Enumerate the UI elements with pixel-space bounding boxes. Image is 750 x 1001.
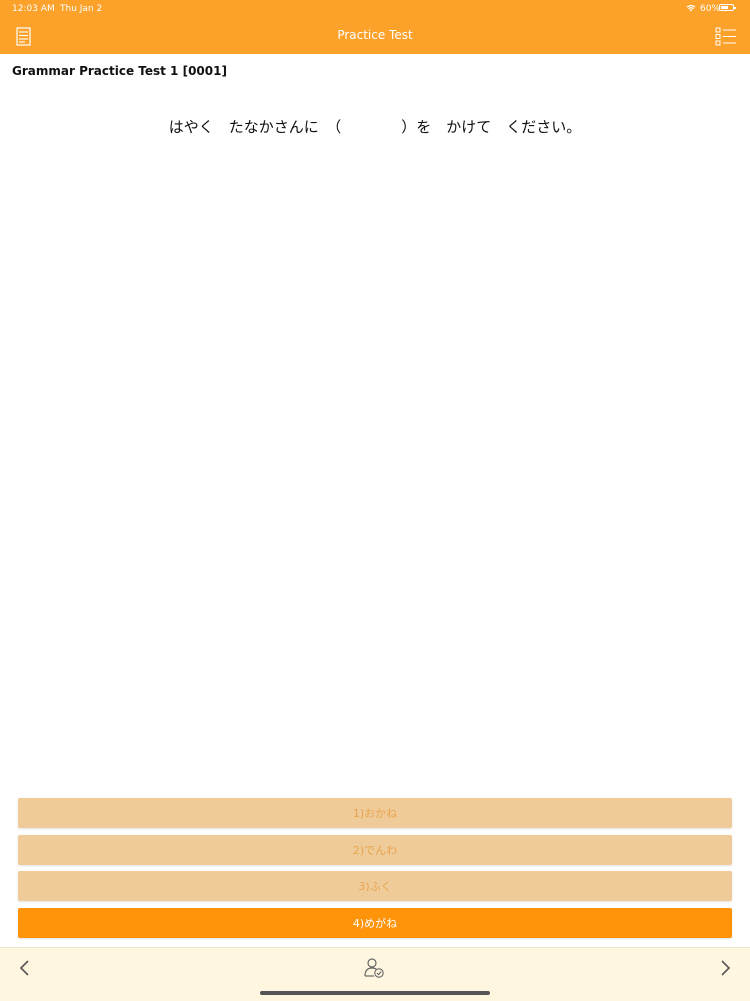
answer-option-2[interactable]: 2)でんわ [18, 834, 732, 865]
home-indicator [260, 991, 490, 995]
chevron-right-icon[interactable] [718, 959, 732, 977]
answer-option-4[interactable]: 4)めがね [18, 908, 732, 939]
status-date: Thu Jan 2 [60, 4, 103, 14]
test-title: Grammar Practice Test 1 [0001] [12, 64, 227, 78]
answer-option-3[interactable]: 3)ふく [18, 871, 732, 902]
bottom-toolbar [0, 947, 750, 1001]
battery-percentage: 60% [700, 4, 721, 14]
page-title: Practice Test [337, 28, 413, 42]
answer-option-1[interactable]: 1)おかね [18, 798, 732, 828]
user-check-icon[interactable] [363, 957, 385, 979]
question-text: はやく たなかさんに （ ）を かけて ください。 [168, 118, 582, 136]
chevron-left-icon[interactable] [18, 959, 32, 977]
battery-icon [719, 4, 736, 11]
answer-list: 1)おかね 2)でんわ 3)ふく 4)めがね [18, 798, 732, 945]
nav-bar: 12:03 AM Thu Jan 2 60% Practice Test [0, 0, 750, 54]
status-time: 12:03 AM [12, 4, 55, 14]
status-bar: 12:03 AM Thu Jan 2 60% [0, 0, 750, 18]
wifi-icon [686, 5, 696, 12]
checklist-icon[interactable] [715, 27, 737, 46]
